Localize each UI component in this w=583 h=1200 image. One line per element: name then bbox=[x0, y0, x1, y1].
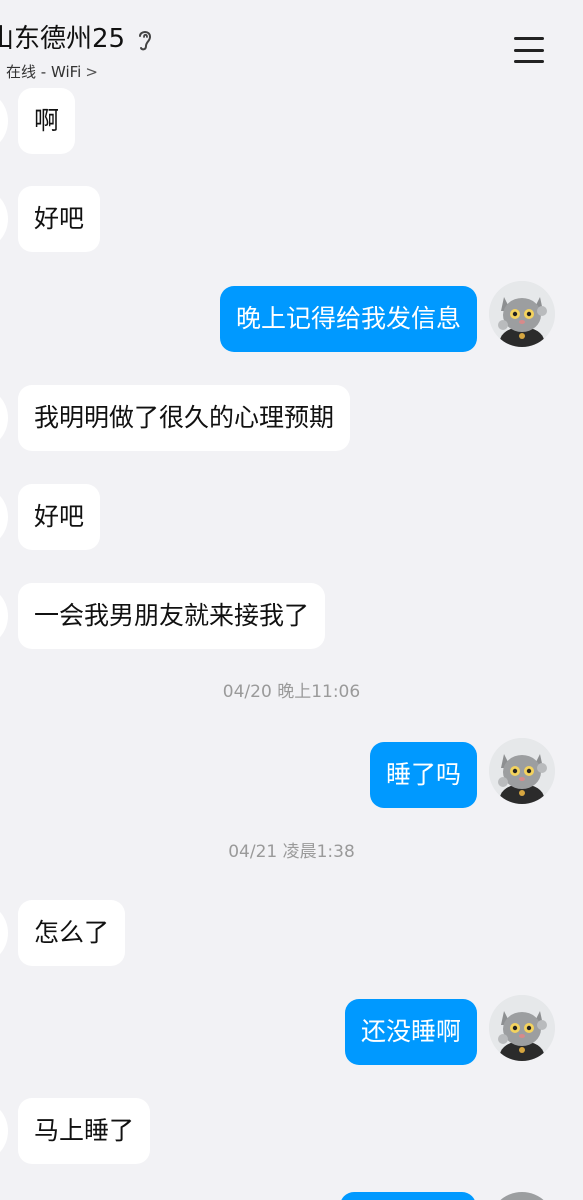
chat-title[interactable]: 山东德州25 bbox=[0, 22, 125, 56]
contact-avatar[interactable] bbox=[0, 1099, 8, 1163]
user-avatar[interactable] bbox=[489, 995, 555, 1061]
online-status[interactable]: 在线 - WiFi > bbox=[6, 62, 98, 82]
chevron-right-icon: > bbox=[85, 63, 98, 81]
chat-screen: 山东德州25 在线 - WiFi > 啊 好吧 晚上记得给我发信息 我明明做了很… bbox=[0, 0, 583, 1200]
hamburger-menu-icon bbox=[514, 37, 544, 40]
timestamp-divider: 04/20 晚上11:06 bbox=[222, 682, 361, 702]
outgoing-message[interactable]: 睡了吗 bbox=[369, 742, 477, 808]
contact-avatar[interactable] bbox=[0, 584, 8, 648]
contact-avatar[interactable] bbox=[0, 187, 8, 251]
contact-avatar[interactable] bbox=[0, 485, 8, 549]
chat-header: 山东德州25 在线 - WiFi > bbox=[0, 0, 583, 92]
outgoing-message[interactable]: 还没睡啊 bbox=[344, 999, 477, 1065]
menu-button[interactable] bbox=[508, 34, 550, 66]
online-status-text: 在线 - WiFi bbox=[6, 63, 82, 81]
user-avatar[interactable] bbox=[489, 281, 555, 347]
cat-avatar-icon bbox=[489, 738, 555, 804]
timestamp-divider: 04/21 凌晨1:38 bbox=[228, 842, 355, 862]
outgoing-message-partial[interactable] bbox=[340, 1192, 476, 1200]
incoming-message[interactable]: 啊 bbox=[18, 88, 76, 154]
contact-avatar[interactable] bbox=[0, 89, 8, 153]
outgoing-message[interactable]: 晚上记得给我发信息 bbox=[219, 286, 477, 352]
incoming-message[interactable]: 好吧 bbox=[18, 186, 101, 252]
incoming-message[interactable]: 我明明做了很久的心理预期 bbox=[18, 385, 351, 451]
incoming-message[interactable]: 马上睡了 bbox=[18, 1098, 151, 1164]
cat-avatar-icon bbox=[489, 995, 555, 1061]
incoming-message[interactable]: 好吧 bbox=[18, 484, 101, 550]
incoming-message[interactable]: 怎么了 bbox=[18, 900, 126, 966]
user-avatar[interactable] bbox=[489, 738, 555, 804]
incoming-message[interactable]: 一会我男朋友就来接我了 bbox=[18, 583, 326, 649]
contact-avatar[interactable] bbox=[0, 901, 8, 965]
ear-icon[interactable] bbox=[134, 27, 156, 53]
user-avatar-partial[interactable] bbox=[489, 1192, 555, 1200]
cat-avatar-icon bbox=[489, 281, 555, 347]
contact-avatar[interactable] bbox=[0, 386, 8, 450]
